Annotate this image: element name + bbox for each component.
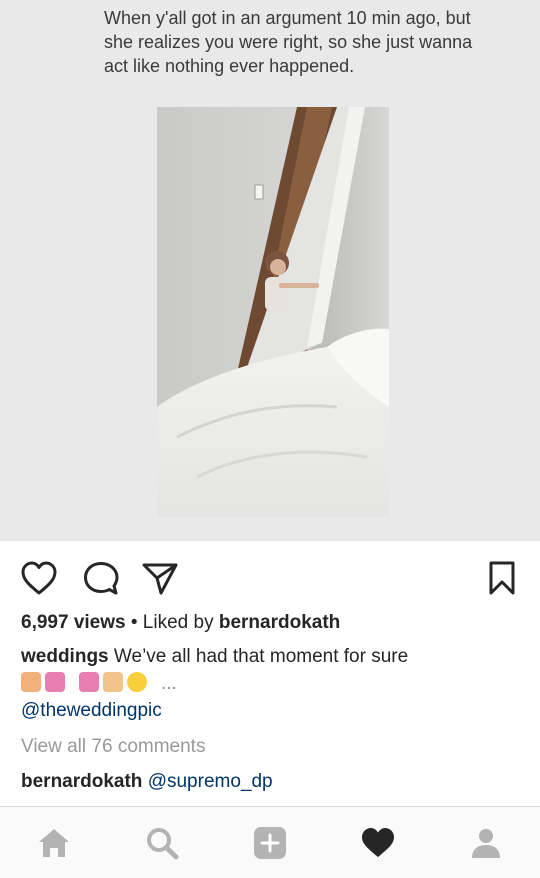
female-sign-emoji-icon	[45, 672, 65, 692]
liked-by-user[interactable]: bernardokath	[219, 612, 340, 633]
post-actions	[0, 556, 540, 600]
caption-mention[interactable]: @theweddingpic	[21, 697, 162, 724]
search-icon[interactable]	[138, 819, 186, 867]
meme-caption: When y'all got in an argument 10 min ago…	[104, 8, 473, 76]
caption-more[interactable]: ...	[161, 673, 177, 694]
comment-bubble-icon[interactable]	[79, 556, 123, 600]
bottom-nav	[0, 806, 540, 878]
liked-by-label: • Liked by	[125, 612, 219, 633]
paper-plane-icon[interactable]	[138, 556, 182, 600]
caption-username[interactable]: weddings	[21, 646, 109, 667]
crossed-fingers-emoji-icon	[103, 672, 123, 692]
caption-text: We’ve all had that moment for sure	[113, 646, 409, 667]
post-caption: weddings We’ve all had that moment for s…	[21, 643, 521, 697]
comment-username[interactable]: bernardokath	[21, 771, 142, 792]
woman-raising-hand-emoji-icon	[21, 672, 41, 692]
post-media[interactable]: When y'all got in an argument 10 min ago…	[0, 0, 540, 541]
view-all-comments-link[interactable]: View all 76 comments	[21, 733, 205, 760]
post-video[interactable]	[157, 107, 389, 517]
heart-outline-icon[interactable]	[17, 556, 61, 600]
view-count[interactable]: 6,997 views	[21, 612, 126, 633]
comment-mention[interactable]: @supremo_dp	[148, 771, 273, 792]
home-icon[interactable]	[30, 819, 78, 867]
comment-item: bernardokath @supremo_dp	[21, 768, 273, 795]
views-liked-line: 6,997 views • Liked by bernardokath	[21, 610, 340, 636]
activity-heart-icon[interactable]	[354, 819, 402, 867]
profile-icon[interactable]	[462, 819, 510, 867]
female-sign-emoji-icon	[79, 672, 99, 692]
bookmark-icon[interactable]	[480, 556, 524, 600]
caption-emojis	[21, 672, 147, 692]
kissing-face-emoji-icon	[127, 672, 147, 692]
add-post-icon[interactable]	[246, 819, 294, 867]
